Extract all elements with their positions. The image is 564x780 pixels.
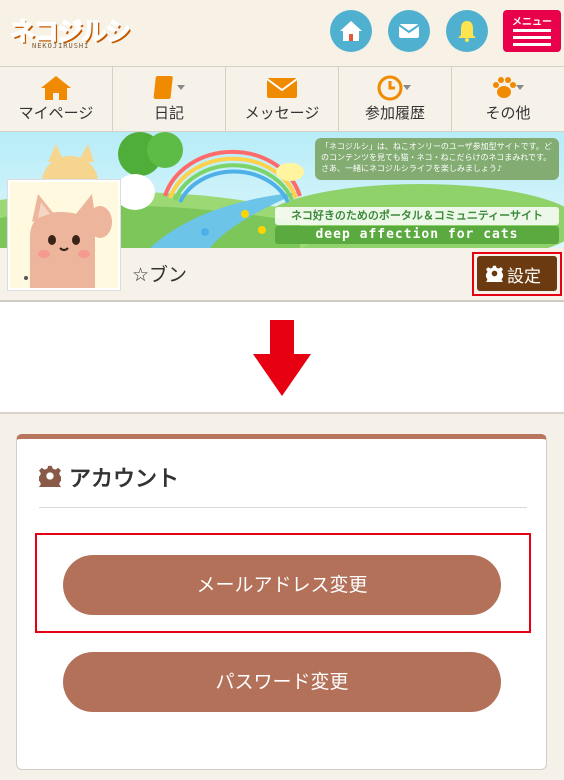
menu-line — [513, 29, 551, 32]
menu-label: メニュー — [512, 17, 552, 28]
gear-icon — [486, 265, 503, 282]
paw-icon — [493, 77, 524, 98]
home-icon — [340, 21, 362, 41]
divider — [39, 507, 527, 508]
banner-info: 「ネコジルシ」は、ねこオンリーのユーザ参加型サイトです。どのコンテンツを見ても猫… — [315, 138, 559, 180]
bottom-screenshot: アカウント メールアドレス変更 パスワード変更 — [0, 412, 564, 780]
mail-icon — [266, 78, 298, 98]
bell-icon — [458, 21, 476, 42]
nav-item-other[interactable]: その他 — [452, 67, 564, 131]
home-icon — [41, 76, 71, 100]
username: ☆ブン — [132, 264, 188, 286]
notification-button[interactable] — [446, 10, 488, 52]
nav-item-message[interactable]: メッセージ — [226, 67, 339, 131]
menu-line — [513, 43, 551, 46]
settings-label: 設定 — [507, 267, 541, 287]
logo-subtext: NEKOJIRUSHI — [32, 42, 90, 50]
home-button[interactable] — [330, 10, 372, 52]
menu-line — [513, 36, 551, 39]
diary-icon — [153, 76, 185, 99]
account-title: アカウント — [69, 467, 180, 492]
mail-icon — [398, 24, 420, 38]
clock-icon — [377, 75, 411, 101]
nav-item-mypage[interactable]: マイページ — [0, 67, 113, 131]
down-arrow-icon — [253, 320, 311, 396]
menu-button[interactable]: メニュー — [503, 10, 561, 52]
avatar[interactable] — [8, 180, 120, 290]
email-change-button[interactable]: メールアドレス変更 — [63, 555, 501, 615]
nav-item-diary[interactable]: 日記 — [113, 67, 226, 131]
banner-tagline: ネコ好きのためのポータル＆コミュニティーサイト — [275, 207, 559, 225]
site-logo[interactable]: ネコジルシ NEKOJIRUSHI — [9, 12, 148, 54]
top-screenshot: ネコジルシ NEKOJIRUSHI メニュー マイページ 日記 メッセージ 参加… — [0, 0, 564, 302]
nav-label: メッセージ — [244, 104, 320, 122]
nav-label: その他 — [485, 104, 531, 122]
mail-button[interactable] — [388, 10, 430, 52]
nav-label: 日記 — [153, 104, 184, 122]
cat-avatar-image — [10, 182, 118, 288]
password-change-button[interactable]: パスワード変更 — [63, 652, 501, 712]
settings-button[interactable]: 設定 — [477, 256, 557, 291]
gear-icon — [39, 465, 61, 487]
account-card: アカウント メールアドレス変更 パスワード変更 — [16, 434, 547, 770]
main-nav: マイページ 日記 メッセージ 参加履歴 その他 — [0, 66, 564, 132]
nav-label: マイページ — [18, 104, 94, 122]
banner-tagline-en: deep affection for cats — [275, 226, 559, 244]
nav-label: 参加履歴 — [364, 104, 425, 122]
site-header: ネコジルシ NEKOJIRUSHI メニュー — [0, 0, 564, 66]
nav-item-history[interactable]: 参加履歴 — [339, 67, 452, 131]
